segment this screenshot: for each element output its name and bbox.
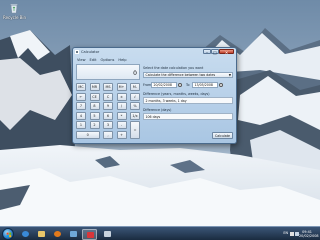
key-clear[interactable]: C	[103, 92, 113, 101]
difference-long-label: Difference (years, months, weeks, days)	[143, 92, 210, 96]
key-memory-recall[interactable]: MR	[89, 83, 100, 91]
difference-days-value: 106 days	[145, 115, 161, 119]
clock[interactable]: 09:41 20/02/2008	[299, 230, 319, 239]
maximize-icon: □	[213, 50, 217, 55]
key-square-root[interactable]: √	[130, 92, 140, 101]
internet-explorer-icon	[22, 231, 29, 237]
key-backspace[interactable]: ←	[76, 92, 86, 101]
calculation-mode-value: Calculate the difference between two dat…	[145, 73, 216, 77]
maximize-button[interactable]: □	[211, 49, 219, 55]
to-date-value: 13/05/2008	[194, 83, 213, 87]
windows-logo-icon	[6, 232, 12, 238]
taskbar: EN 09:41 20/02/2008	[0, 226, 320, 240]
key-percent[interactable]: %	[130, 102, 140, 110]
date-calc-heading: Select the date calculation you want	[143, 66, 204, 70]
key-memory-store[interactable]: MS	[103, 83, 113, 91]
close-button[interactable]: ✕	[219, 49, 234, 55]
key-4[interactable]: 4	[76, 111, 86, 120]
taskbar-media-player[interactable]	[50, 229, 65, 240]
paint-icon	[70, 231, 77, 237]
system-tray: EN 09:41 20/02/2008	[258, 228, 318, 240]
key-multiply[interactable]: *	[116, 111, 127, 120]
menu-edit[interactable]: Edit	[90, 57, 97, 63]
chevron-down-icon: ▼	[228, 73, 231, 77]
key-clear-entry[interactable]: CE	[89, 92, 100, 101]
taskbar-app[interactable]	[100, 229, 115, 240]
taskbar-calculator[interactable]	[82, 228, 97, 240]
recycle-bin-icon	[8, 2, 20, 14]
difference-days-result: 106 days	[143, 113, 233, 120]
calculator-display: 0	[76, 64, 140, 80]
taskbar-windows-explorer[interactable]	[34, 229, 49, 240]
display-value: 0	[133, 70, 137, 77]
language-indicator[interactable]: EN	[283, 231, 288, 235]
menu-bar: View Edit Options Help	[75, 57, 141, 63]
key-equals[interactable]: =	[130, 121, 140, 139]
application-icon	[104, 231, 111, 237]
key-negate[interactable]: ±	[116, 92, 127, 101]
minimize-button[interactable]: –	[203, 49, 211, 55]
recycle-bin-shortcut[interactable]: Recycle Bin	[3, 2, 27, 20]
key-reciprocal[interactable]: 1/x	[130, 111, 140, 120]
key-add[interactable]: +	[116, 130, 127, 139]
to-label: To	[186, 83, 190, 87]
key-2[interactable]: 2	[89, 121, 100, 129]
minimize-icon: –	[206, 50, 208, 55]
calculator-taskbar-icon	[87, 232, 94, 238]
menu-view[interactable]: View	[77, 57, 86, 63]
key-9[interactable]: 9	[103, 102, 113, 110]
from-date-field[interactable]: 20/02/2008	[151, 82, 177, 88]
menu-help[interactable]: Help	[118, 57, 126, 63]
from-calendar-icon[interactable]	[178, 83, 182, 87]
clock-date: 20/02/2008	[299, 233, 319, 238]
difference-long-result: 2 months, 3 weeks, 1 day	[143, 97, 233, 104]
calculator-window[interactable]: Calculator – □ ✕ View Edit Options Help …	[72, 47, 237, 144]
close-icon: ✕	[224, 50, 229, 55]
key-memory-subtract[interactable]: M-	[130, 83, 140, 91]
date-calculation-panel: Select the date calculation you want Cal…	[142, 64, 234, 142]
to-date-field[interactable]: 13/05/2008	[192, 82, 218, 88]
window-titlebar[interactable]: Calculator – □ ✕	[73, 48, 236, 56]
key-decimal[interactable]: ,	[103, 130, 113, 139]
key-3[interactable]: 3	[103, 121, 113, 129]
menu-options[interactable]: Options	[101, 57, 115, 63]
key-7[interactable]: 7	[76, 102, 86, 110]
action-center-flag-icon[interactable]	[290, 231, 294, 236]
window-title: Calculator	[81, 50, 100, 54]
start-button[interactable]	[2, 228, 14, 240]
key-subtract[interactable]: -	[116, 121, 127, 129]
key-8[interactable]: 8	[89, 102, 100, 110]
key-5[interactable]: 5	[89, 111, 100, 120]
calculate-button[interactable]: Calculate	[212, 132, 233, 139]
recycle-bin-label: Recycle Bin	[3, 15, 27, 20]
key-0[interactable]: 0	[76, 130, 100, 139]
to-calendar-icon[interactable]	[219, 83, 223, 87]
key-1[interactable]: 1	[76, 121, 86, 129]
key-memory-clear[interactable]: MC	[76, 83, 86, 91]
key-6[interactable]: 6	[103, 111, 113, 120]
key-divide[interactable]: /	[116, 102, 127, 110]
folder-icon	[38, 231, 45, 237]
calculator-keypad-panel: 0 MC MR MS M+ M- ← CE C ± √ 7 8 9 / % 4 …	[76, 64, 140, 142]
from-label: From	[143, 83, 152, 87]
media-player-icon	[54, 231, 61, 237]
taskbar-internet-explorer[interactable]	[18, 229, 33, 240]
key-memory-add[interactable]: M+	[116, 83, 127, 91]
difference-long-value: 2 months, 3 weeks, 1 day	[145, 99, 187, 103]
difference-days-label: Difference (days)	[143, 108, 172, 112]
calculation-mode-select[interactable]: Calculate the difference between two dat…	[143, 72, 233, 78]
calculator-app-icon	[75, 50, 79, 54]
taskbar-paint[interactable]	[66, 229, 81, 240]
from-date-value: 20/02/2008	[153, 83, 172, 87]
